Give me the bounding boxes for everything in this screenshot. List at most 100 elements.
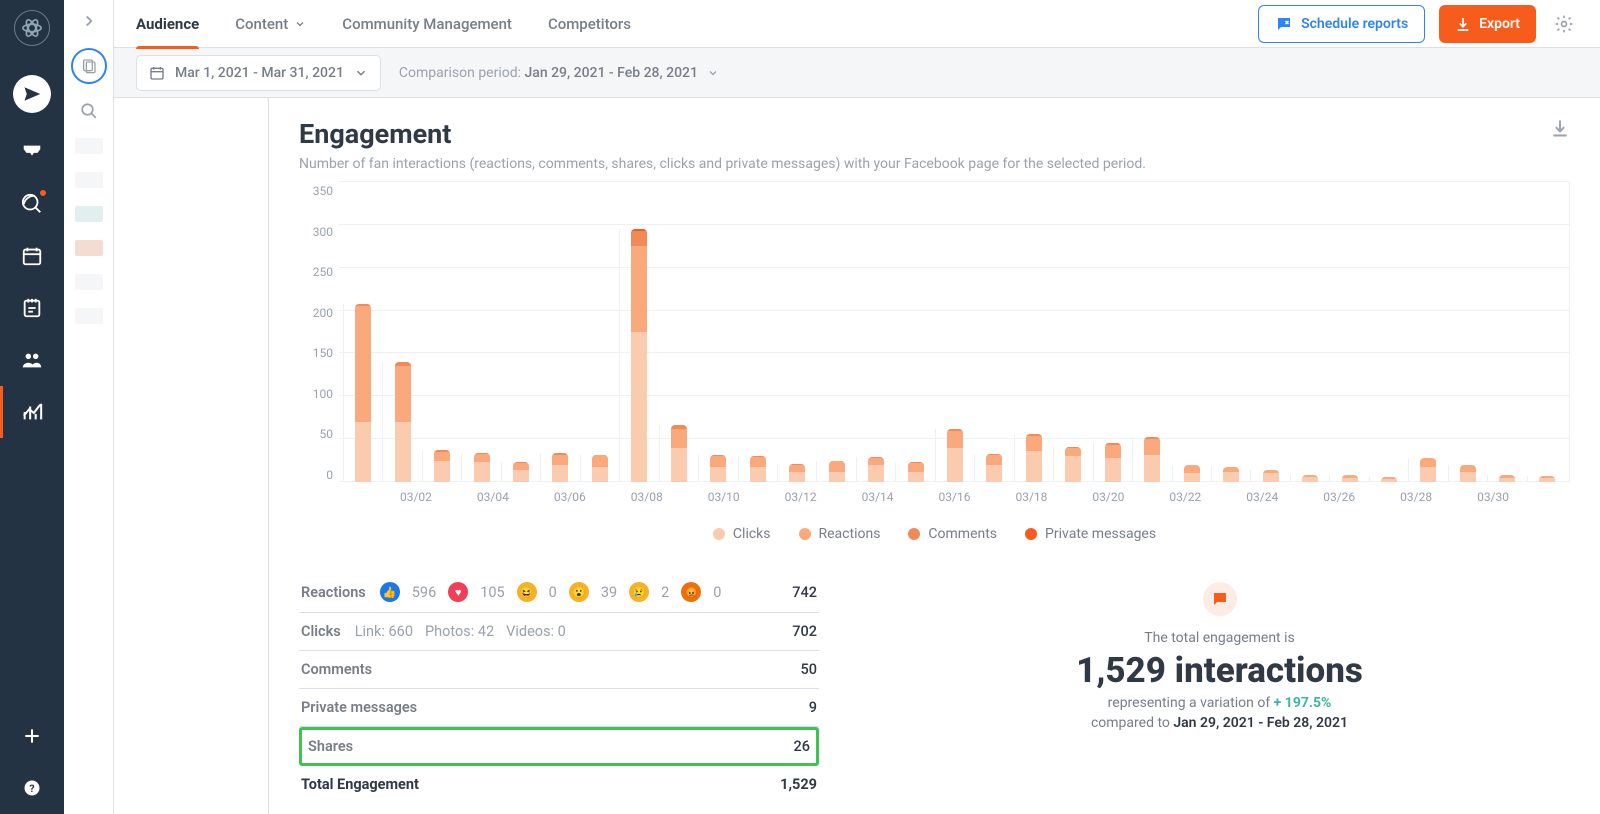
chart-bar[interactable]: [698, 455, 737, 482]
download-icon: [1455, 16, 1471, 32]
engagement-summary: The total engagement is 1,529 interactio…: [869, 572, 1570, 803]
settings-gear-icon[interactable]: [1550, 10, 1578, 38]
nav-analytics[interactable]: [0, 386, 64, 438]
chart-bar[interactable]: [1172, 465, 1211, 482]
chart-bar[interactable]: [619, 229, 658, 482]
chart-bar[interactable]: [1448, 465, 1487, 482]
nav-calendar[interactable]: [0, 230, 64, 282]
placeholder-row: [75, 274, 103, 290]
chart-bar[interactable]: [816, 461, 855, 482]
row-total: Total Engagement 1,529: [299, 766, 819, 803]
chart-bar[interactable]: [580, 455, 619, 482]
chart-bar[interactable]: [1093, 443, 1132, 482]
nav-people[interactable]: [0, 334, 64, 386]
placeholder-row: [75, 138, 103, 154]
haha-icon: 😆: [517, 582, 537, 602]
stats-table: Reactions 👍596 ♥105 😆0 😮39 😢2 😡0 742: [299, 572, 819, 803]
profile-select[interactable]: [71, 48, 107, 84]
search-icon[interactable]: [80, 102, 98, 120]
chart-bar[interactable]: [1290, 475, 1329, 482]
legend-pm: Private messages: [1025, 526, 1156, 542]
chart-bar[interactable]: [461, 453, 500, 482]
panel-subtitle: Number of fan interactions (reactions, c…: [299, 156, 1550, 172]
svg-text:?: ?: [29, 782, 34, 795]
summary-period: compared to Jan 29, 2021 - Feb 28, 2021: [1091, 715, 1348, 731]
angry-icon: 😡: [681, 582, 701, 602]
row-comments: Comments 50: [299, 651, 819, 689]
schedule-reports-button[interactable]: Schedule reports: [1258, 5, 1425, 43]
like-icon: 👍: [380, 582, 400, 602]
row-pm: Private messages 9: [299, 689, 819, 727]
chart-bar[interactable]: [659, 425, 698, 482]
chart-bar[interactable]: [343, 304, 382, 482]
date-range-picker[interactable]: Mar 1, 2021 - Mar 31, 2021: [136, 55, 381, 91]
brand-logo[interactable]: [14, 10, 50, 46]
chart-yaxis: 350300250200150100500: [299, 182, 339, 512]
chart-bar[interactable]: [422, 450, 461, 482]
row-shares: Shares 26: [299, 727, 819, 766]
chart-bars: [339, 182, 1570, 482]
chart-xaxis: 03/0203/0403/0603/0803/1003/1203/1403/16…: [339, 482, 1570, 512]
date-range-text: Mar 1, 2021 - Mar 31, 2021: [175, 65, 344, 81]
comparison-value: Jan 29, 2021 - Feb 28, 2021: [525, 65, 698, 81]
tab-audience[interactable]: Audience: [136, 0, 199, 48]
legend-reactions: Reactions: [799, 526, 881, 542]
chart-bar[interactable]: [1487, 475, 1526, 482]
chevron-down-icon: [707, 67, 719, 79]
chart-bar[interactable]: [540, 453, 579, 482]
notification-dot: [39, 189, 47, 197]
chart-bar[interactable]: [1329, 475, 1368, 482]
comparison-label: Comparison period:: [399, 65, 525, 81]
row-clicks: Clicks Link: 660 Photos: 42 Videos: 0 70…: [299, 613, 819, 651]
nav-compose[interactable]: [0, 68, 64, 120]
summary-interactions: 1,529 interactions: [1076, 650, 1363, 691]
chat-bubble-icon: [1203, 582, 1237, 616]
chart-bar[interactable]: [1053, 447, 1092, 482]
chevron-down-icon: [354, 66, 368, 80]
chart-bar[interactable]: [1408, 458, 1447, 482]
nav-listen[interactable]: [0, 178, 64, 230]
top-tabs: Audience Content Community Management Co…: [114, 0, 1600, 48]
chevron-down-icon: [294, 18, 306, 30]
love-icon: ♥: [448, 582, 468, 602]
chart-bar[interactable]: [895, 462, 934, 482]
nav-notes[interactable]: [0, 282, 64, 334]
tab-competitors[interactable]: Competitors: [548, 0, 631, 48]
nav-help[interactable]: ?: [0, 762, 64, 814]
chart-legend: Clicks Reactions Comments Private messag…: [299, 512, 1570, 546]
chart-bar[interactable]: [777, 464, 816, 482]
chart-bar[interactable]: [1132, 437, 1171, 482]
chart-bar[interactable]: [501, 462, 540, 482]
nav-inbox[interactable]: [0, 126, 64, 178]
sad-icon: 😢: [629, 582, 649, 602]
calendar-icon: [149, 65, 165, 81]
chart-bar[interactable]: [1014, 434, 1053, 482]
chart-bar[interactable]: [382, 362, 421, 482]
placeholder-row: [75, 308, 103, 324]
chart-bar[interactable]: [935, 429, 974, 482]
comparison-period[interactable]: Comparison period: Jan 29, 2021 - Feb 28…: [399, 65, 720, 81]
sub-panel: [64, 0, 114, 814]
panel-title: Engagement: [299, 118, 1550, 150]
engagement-panel: Engagement Number of fan interactions (r…: [268, 98, 1600, 814]
row-reactions: Reactions 👍596 ♥105 😆0 😮39 😢2 😡0 742: [299, 572, 819, 613]
export-button[interactable]: Export: [1439, 5, 1536, 43]
chart-bar[interactable]: [1211, 467, 1250, 482]
placeholder-row: [75, 240, 103, 256]
chart-bar[interactable]: [856, 457, 895, 482]
tab-community[interactable]: Community Management: [342, 0, 512, 48]
placeholder-row: [75, 206, 103, 222]
date-bar: Mar 1, 2021 - Mar 31, 2021 Comparison pe…: [114, 48, 1600, 98]
chart-bar[interactable]: [1250, 470, 1289, 482]
summary-variation: representing a variation of + 197.5%: [1108, 695, 1332, 711]
legend-comments: Comments: [908, 526, 997, 542]
chart-bar[interactable]: [738, 456, 777, 482]
tab-content[interactable]: Content: [235, 0, 306, 48]
chart-bar[interactable]: [974, 454, 1013, 482]
engagement-chart: 350300250200150100500 03/0203/0403/0603/…: [299, 182, 1570, 512]
placeholder-row: [75, 172, 103, 188]
legend-clicks: Clicks: [713, 526, 771, 542]
collapse-panel-icon[interactable]: [80, 12, 98, 30]
download-chart-icon[interactable]: [1550, 118, 1570, 138]
nav-add[interactable]: [0, 710, 64, 762]
